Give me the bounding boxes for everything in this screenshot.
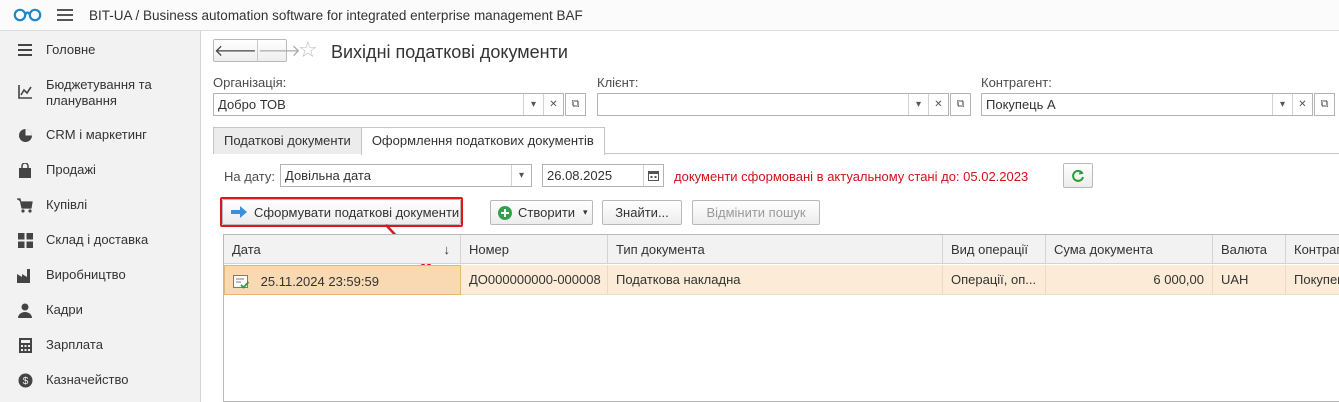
dropdown-arrow-icon[interactable]: ▾ — [908, 94, 928, 115]
clear-icon[interactable]: ✕ — [928, 94, 948, 115]
favorite-star-icon[interactable]: ☆ — [298, 39, 318, 61]
column-date[interactable]: Дата ↓ — [224, 235, 461, 264]
organization-label: Організація: — [213, 75, 287, 90]
sidebar-item-label: Кадри — [46, 302, 83, 317]
calculator-icon — [17, 337, 33, 353]
organization-field[interactable]: Добро ТОВ ▾ ✕ — [213, 93, 564, 116]
cell-amount: 6 000,00 — [1046, 265, 1213, 295]
open-organization-icon[interactable]: ⧉ — [565, 93, 586, 116]
cell-date[interactable]: 25.11.2024 23:59:59 — [224, 265, 461, 295]
date-mode-select[interactable]: Довільна дата ▾ — [280, 164, 532, 187]
coin-icon: $ — [17, 372, 33, 388]
dropdown-arrow-icon[interactable]: ▾ — [1272, 94, 1292, 115]
sidebar: Головне Бюджетування та планування CRM і… — [0, 31, 201, 402]
sidebar-item-label: Головне — [46, 42, 96, 57]
counterparty-label: Контрагент: — [981, 75, 1052, 90]
tab-tax-documents-processing[interactable]: Оформлення податкових документів — [360, 127, 605, 155]
app-logo-icon[interactable] — [13, 8, 43, 22]
cell-currency: UAH — [1213, 265, 1286, 295]
main-menu-icon[interactable] — [57, 9, 73, 21]
organization-value: Добро ТОВ — [218, 97, 286, 112]
open-counterparty-icon[interactable]: ⧉ — [1314, 93, 1335, 116]
forward-arrow-icon[interactable]: 🡒 — [256, 40, 301, 61]
table-header: Дата ↓ Номер Тип документа Вид операції … — [224, 235, 1339, 264]
document-check-icon — [233, 274, 249, 289]
dropdown-arrow-icon[interactable]: ▾ — [511, 165, 531, 186]
sidebar-item-label: Виробництво — [46, 267, 126, 282]
menu-lines-icon — [17, 42, 33, 58]
sidebar-item-label: Продажі — [46, 162, 96, 177]
cell-counterparty: Покупець А — [1294, 272, 1339, 287]
date-value: 26.08.2025 — [547, 168, 613, 183]
sort-arrow-icon: ↓ — [443, 242, 451, 257]
column-currency[interactable]: Валюта — [1213, 235, 1286, 264]
column-doc-type[interactable]: Тип документа — [608, 235, 943, 264]
cart-icon — [17, 197, 33, 213]
app-header: BIT-UA / Business automation software fo… — [0, 0, 1339, 31]
sidebar-item-label: CRM і маркетинг — [46, 127, 147, 142]
page-title: Вихідні податкові документи — [331, 42, 568, 62]
client-field[interactable]: ▾ ✕ — [597, 93, 949, 116]
app-title: BIT-UA / Business automation software fo… — [89, 7, 583, 23]
date-field[interactable]: 26.08.2025 — [542, 164, 664, 187]
column-operation[interactable]: Вид операції — [943, 235, 1046, 264]
find-button[interactable]: Знайти... — [602, 200, 682, 225]
column-amount[interactable]: Сума документа — [1046, 235, 1213, 264]
refresh-icon — [1071, 169, 1085, 183]
sidebar-item-label: Казначейство — [46, 372, 129, 387]
cell-date-value: 25.11.2024 23:59:59 — [260, 274, 379, 290]
back-arrow-icon[interactable]: 🡐 — [214, 40, 257, 61]
column-counterparty[interactable]: Контрагент — [1286, 235, 1339, 264]
client-value — [598, 94, 908, 115]
navigation-buttons: 🡐 🡒 — [213, 39, 301, 62]
client-label: Клієнт: — [597, 75, 639, 90]
cell-number: ДО000000000-000008 — [461, 265, 608, 295]
cell-doc-type: Податкова накладна — [608, 265, 943, 295]
factory-icon — [17, 267, 33, 283]
counterparty-field[interactable]: Покупець А ▾ ✕ — [981, 93, 1313, 116]
open-client-icon[interactable]: ⧉ — [950, 93, 971, 116]
warehouse-grid-icon — [17, 232, 33, 248]
counterparty-value: Покупець А — [986, 97, 1056, 112]
clear-icon[interactable]: ✕ — [1292, 94, 1312, 115]
chevron-down-icon: ▾ — [583, 207, 588, 217]
create-label: Створити — [518, 205, 576, 220]
date-label: На дату: — [224, 169, 275, 184]
sidebar-item-label: Зарплата — [46, 337, 103, 352]
sidebar-item-label: Бюджетування та планування — [46, 77, 152, 108]
tab-tax-documents[interactable]: Податкові документи — [213, 127, 362, 154]
table-row[interactable]: 25.11.2024 23:59:59 ДО000000000-000008 П… — [224, 265, 1339, 295]
dropdown-arrow-icon[interactable]: ▾ — [523, 94, 543, 115]
plus-circle-icon — [498, 205, 512, 220]
person-icon — [17, 302, 33, 318]
date-mode-value: Довільна дата — [285, 168, 371, 183]
documents-table: Дата ↓ Номер Тип документа Вид операції … — [223, 234, 1339, 402]
create-button[interactable]: Створити ▾ — [490, 200, 593, 225]
pie-chart-icon — [17, 127, 33, 143]
main-content: 🡐 🡒 ☆ Вихідні податкові документи Органі… — [201, 31, 1339, 402]
clear-icon[interactable]: ✕ — [543, 94, 563, 115]
calendar-icon[interactable] — [643, 165, 663, 186]
actuality-note: документи сформовані в актуальному стані… — [674, 169, 1029, 184]
cell-operation: Операції, оп... — [943, 265, 1046, 295]
shopping-bag-icon — [17, 162, 33, 178]
column-number[interactable]: Номер — [461, 235, 608, 264]
sidebar-item-label: Купівлі — [46, 197, 88, 212]
sidebar-item-label: Склад і доставка — [46, 232, 149, 247]
svg-text:$: $ — [22, 376, 28, 387]
cancel-search-button[interactable]: Відмінити пошук — [692, 200, 820, 225]
tab-bar: Податкові документи Оформлення податкови… — [213, 127, 605, 155]
chart-line-icon — [17, 84, 33, 100]
refresh-button[interactable] — [1063, 163, 1093, 188]
